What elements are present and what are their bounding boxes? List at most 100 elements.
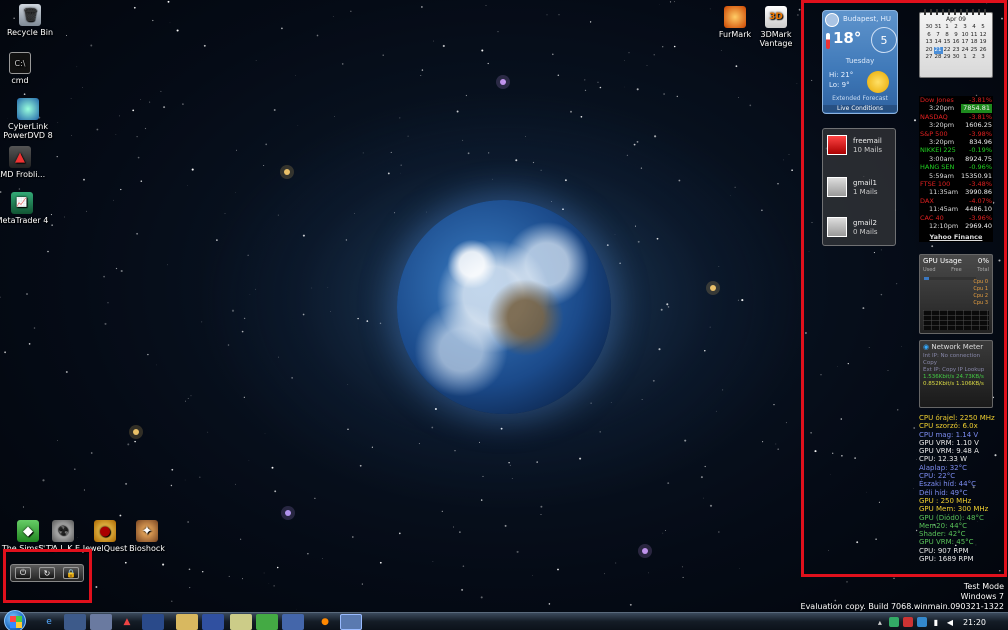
power-icon[interactable]: ⏻ <box>15 567 31 579</box>
calendar-day[interactable]: 2 <box>970 54 979 62</box>
weather-gadget[interactable]: Budapest, HU 18° 5 Tuesday Hi: 21° Lo: 9… <box>822 10 898 114</box>
stalker-icon: ☢ <box>52 520 74 542</box>
tray-icon[interactable] <box>888 617 899 627</box>
calendar-day[interactable]: 30 <box>925 24 934 32</box>
calendar-day[interactable]: 12 <box>979 32 988 40</box>
amd-shortcut[interactable]: ▲ AMD Frobli... <box>0 146 50 179</box>
tray-icon[interactable] <box>916 617 927 627</box>
calendar-day[interactable]: 28 <box>934 54 943 62</box>
calendar-day[interactable]: 21 <box>933 46 943 54</box>
calendar-day[interactable]: 1 <box>943 24 952 32</box>
mail-account-row[interactable]: gmail2 0 Mails <box>827 215 895 243</box>
calendar-day[interactable]: 1 <box>961 54 970 62</box>
taskbar-app-icon[interactable] <box>256 614 278 630</box>
gpu-col-total: Total <box>977 267 989 273</box>
quote-time: 3:20pm <box>929 138 955 147</box>
bioshock-shortcut[interactable]: ✦ Bioshock <box>117 520 177 553</box>
clock[interactable]: 21:20 <box>963 618 986 627</box>
ie-icon[interactable]: e <box>38 614 60 630</box>
calendar-day[interactable]: 3 <box>961 24 970 32</box>
calendar-day[interactable]: 31 <box>934 24 943 32</box>
mail-account-row[interactable]: freemail 10 Mails <box>827 133 895 161</box>
calendar-day[interactable]: 24 <box>961 47 970 55</box>
calendar-day[interactable]: 11 <box>970 32 979 40</box>
taskbar-app-icon[interactable] <box>64 614 86 630</box>
calendar-day[interactable]: 9 <box>952 32 961 40</box>
chevron-up-icon[interactable]: ▴ <box>875 617 885 627</box>
calendar-day[interactable]: 16 <box>952 39 961 47</box>
live-conditions-link[interactable]: Live Conditions <box>823 105 897 112</box>
calendar-day[interactable]: 8 <box>943 32 952 40</box>
taskbar-app-icon[interactable]: ▲ <box>116 614 138 630</box>
restart-icon[interactable]: ↻ <box>39 567 55 579</box>
finance-quote-row[interactable]: NIKKEI 225 -0.19% <box>919 146 993 154</box>
finance-quote-row[interactable]: CAC 40 -3.96% <box>919 214 993 222</box>
recycle-bin-icon[interactable]: 🗑 Recycle Bin <box>0 4 60 37</box>
calendar-day[interactable]: 6 <box>925 32 934 40</box>
calendar-day[interactable]: 20 <box>925 47 934 55</box>
envelope-icon <box>827 135 847 155</box>
taskbar-app-icon[interactable] <box>142 614 164 630</box>
lock-icon[interactable]: 🔒 <box>63 567 79 579</box>
finance-quote-row[interactable]: HANG SEN -0.96% <box>919 163 993 171</box>
calendar-day[interactable]: 18 <box>970 39 979 47</box>
save-icon[interactable] <box>202 614 224 630</box>
finance-quote-row[interactable]: NASDAQ -3.81% <box>919 113 993 121</box>
explorer-icon[interactable] <box>176 614 198 630</box>
finance-gadget[interactable]: Dow Jones -3.81% 3:20pm 7854.81 NASDAQ -3.81%… <box>919 96 993 242</box>
calendar-day[interactable]: 5 <box>979 24 988 32</box>
calendar-day[interactable]: 26 <box>979 47 988 55</box>
calendar-gadget[interactable]: Apr 09 30 31 1 2 3 4 5 6 7 8 9 10 11 12 13 14 15 16 17 18 19… <box>919 9 993 78</box>
quote-name: DAX <box>920 196 934 205</box>
quote-change: -0.96% <box>969 163 992 172</box>
volume-icon[interactable]: ◀ <box>945 617 955 627</box>
powerdvd-shortcut[interactable]: CyberLink PowerDVD 8 <box>0 98 58 140</box>
network-meter-gadget[interactable]: ◉ Network Meter Int IP: No connection Co… <box>919 340 993 408</box>
calendar-day[interactable]: 7 <box>934 32 943 40</box>
extended-forecast-link[interactable]: Extended Forecast <box>823 95 897 102</box>
calendar-day[interactable]: 3 <box>979 54 988 62</box>
calendar-day[interactable]: 19 <box>979 39 988 47</box>
start-button[interactable] <box>4 610 26 630</box>
quote-value: 4486.10 <box>965 205 992 214</box>
active-window-icon[interactable] <box>340 614 362 630</box>
finance-quote-detail: 12:10pm 2969.40 <box>919 222 993 230</box>
calendar-day[interactable]: 4 <box>970 24 979 32</box>
sensor-line: Déli híd: 49°C <box>919 488 968 497</box>
calendar-day[interactable]: 10 <box>961 32 970 40</box>
tray-icon[interactable] <box>902 617 913 627</box>
calendar-day[interactable]: 17 <box>961 39 970 47</box>
finance-quote-row[interactable]: S&P 500 -3.98% <box>919 130 993 138</box>
calendar-day[interactable]: 14 <box>934 39 943 47</box>
network-tray-icon[interactable]: ▮ <box>931 617 941 627</box>
shutdown-gadget[interactable]: ⏻ ↻ 🔒 <box>10 564 84 582</box>
cmd-shortcut[interactable]: C:\ cmd <box>0 52 50 85</box>
taskbar-app-icon[interactable] <box>90 614 112 630</box>
gpu-usage-gadget[interactable]: GPU Usage 0% Used Free Total Cpu 0 Cpu 1 Cp… <box>919 254 993 334</box>
calendar-day[interactable]: 27 <box>925 54 934 62</box>
vantage-shortcut[interactable]: 3D 3DMark Vantage <box>746 6 806 48</box>
taskbar-app-icon[interactable] <box>230 614 252 630</box>
sensor-line: Északi híd: 44°C <box>919 480 976 489</box>
finance-quote-row[interactable]: Dow Jones -3.81% <box>919 96 993 104</box>
mail-gadget[interactable]: freemail 10 Mails gmail1 1 Mails gmail2 … <box>822 128 896 246</box>
envelope-icon <box>827 177 847 197</box>
firefox-icon[interactable]: ● <box>314 614 336 630</box>
metatrader-shortcut[interactable]: 📈 MetaTrader 4 <box>0 192 52 225</box>
taskbar-app-icon[interactable] <box>282 614 304 630</box>
calendar-day[interactable]: 2 <box>952 24 961 32</box>
yahoo-finance-link[interactable]: Yahoo Finance <box>919 233 993 241</box>
mail-count: 10 Mails <box>853 146 882 154</box>
calendar-day[interactable]: 15 <box>943 39 952 47</box>
finance-quote-row[interactable]: DAX -4.07% <box>919 197 993 205</box>
3dmark-icon: 3D <box>765 6 787 28</box>
calendar-day[interactable]: 25 <box>970 47 979 55</box>
calendar-day[interactable]: 23 <box>952 47 961 55</box>
mail-account-row[interactable]: gmail1 1 Mails <box>827 175 895 203</box>
sensor-line: GPU Mem: 300 MHz <box>919 505 989 514</box>
calendar-day[interactable]: 22 <box>943 47 952 55</box>
calendar-day[interactable]: 13 <box>925 39 934 47</box>
finance-quote-row[interactable]: FTSE 100 -3.48% <box>919 180 993 188</box>
calendar-day[interactable]: 29 <box>943 54 952 62</box>
calendar-day[interactable]: 30 <box>952 54 961 62</box>
